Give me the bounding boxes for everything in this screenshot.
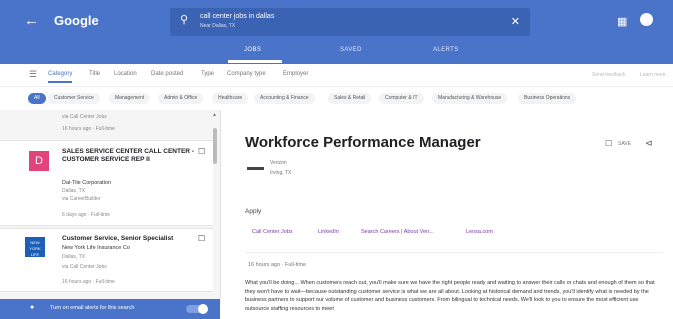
job-meta: 16 hours ago · Full-time (62, 126, 115, 132)
tab-alerts[interactable]: ALERTS (433, 47, 459, 53)
scrollbar-thumb[interactable] (213, 128, 217, 164)
bookmark-icon[interactable]: ☐ (198, 234, 205, 243)
apply-option[interactable]: Search Careers | About Veri... (361, 226, 434, 238)
chip-business-operations[interactable]: Business Operations (518, 93, 577, 104)
email-alert-toggle[interactable] (186, 304, 208, 314)
save-button[interactable]: SAVE (618, 141, 631, 147)
company-name: Verizon (270, 160, 287, 166)
filter-company-type[interactable]: Company type (227, 71, 266, 77)
email-alert-bar: ● Turn on email alerts for this search (0, 299, 220, 319)
chip-computer-it[interactable]: Computer & IT (379, 93, 424, 104)
company-logo: NEW YORK LIFE (25, 237, 45, 257)
learn-more-link[interactable]: Learn more (640, 72, 666, 78)
category-chips: All Customer Service Management Admin & … (0, 86, 673, 111)
bookmark-icon[interactable]: ☐ (198, 147, 205, 156)
chip-all[interactable]: All (28, 93, 46, 104)
job-card-location: Dallas, TX (62, 188, 85, 194)
bell-icon: ● (30, 304, 35, 311)
send-feedback-link[interactable]: Send feedback (592, 72, 625, 78)
job-title: Workforce Performance Manager (245, 134, 481, 151)
tab-saved[interactable]: SAVED (340, 47, 362, 53)
search-icon[interactable]: ⚲ (180, 13, 188, 26)
company-logo (247, 167, 264, 170)
bookmark-icon[interactable]: ☐ (605, 139, 612, 148)
job-description: What you'll be doing... When customers r… (245, 280, 655, 312)
search-query[interactable]: call center jobs in dallas (200, 13, 274, 20)
google-logo[interactable]: Google (54, 13, 99, 28)
scroll-up-icon[interactable]: ▲ (212, 112, 217, 118)
job-location: Irving, TX (270, 170, 292, 176)
email-alert-text: Turn on email alerts for this search (50, 305, 135, 311)
filter-date-posted[interactable]: Date posted (151, 71, 183, 77)
job-card-meta: 16 hours ago · Full-time (62, 279, 115, 285)
job-card-company: Dal-Tile Corporation (62, 180, 112, 186)
chip-sales-retail[interactable]: Sales & Retail (328, 93, 372, 104)
chip-admin-office[interactable]: Admin & Office (158, 93, 204, 104)
apply-option[interactable]: Call Center Jobs (252, 226, 293, 238)
apply-option[interactable]: LinkedIn (318, 226, 339, 238)
chip-customer-service[interactable]: Customer Service (48, 93, 100, 104)
close-icon[interactable]: ✕ (511, 15, 520, 28)
search-box[interactable]: ⚲ call center jobs in dallas Near Dallas… (170, 8, 530, 36)
job-source: via Call Center Jobs (62, 114, 107, 120)
job-card-source: via Call Center Jobs (62, 264, 107, 270)
job-card-title[interactable]: SALES SERVICE CENTER CALL CENTER - CUSTO… (62, 148, 194, 164)
filter-location[interactable]: Location (114, 71, 137, 77)
divider (245, 252, 663, 253)
tab-bar: JOBS SAVED ALERTS (0, 40, 673, 64)
company-logo: D (29, 151, 49, 171)
chip-healthcare[interactable]: Healthcare (212, 93, 249, 104)
toggle-knob (198, 304, 208, 314)
chip-manufacturing-warehouse[interactable]: Manufacturing & Warehouse (432, 93, 508, 104)
search-location[interactable]: Near Dallas, TX (200, 23, 235, 29)
filter-list-icon[interactable]: ☰ (29, 69, 37, 80)
filter-bar: ☰ Category Title Location Date posted Ty… (0, 64, 673, 87)
filter-category[interactable]: Category (48, 71, 73, 83)
job-card-company: New York Life Insurance Co (62, 245, 130, 251)
apply-heading: Apply (245, 208, 262, 215)
account-icon[interactable] (640, 13, 653, 26)
job-card-title[interactable]: Customer Service, Senior Specialist (62, 235, 194, 243)
share-icon[interactable]: ⊲ (645, 138, 653, 149)
active-tab-indicator (228, 60, 282, 63)
filter-title[interactable]: Title (89, 71, 100, 77)
chip-management[interactable]: Management (109, 93, 151, 104)
job-posted-meta: 16 hours ago · Full-time (248, 262, 307, 268)
arrow-left-icon[interactable]: ← (24, 12, 39, 29)
job-card-source: via CareerBuilder (62, 196, 101, 202)
chip-accounting-finance[interactable]: Accounting & Finance (254, 93, 315, 104)
apps-grid-icon[interactable]: ▦ (617, 15, 627, 28)
filter-employer[interactable]: Employer (283, 71, 308, 77)
filter-type[interactable]: Type (201, 71, 214, 77)
apply-option[interactable]: Lensa.com (466, 226, 493, 238)
job-card-meta: 6 days ago · Full-time (62, 212, 111, 218)
job-card-location: Dallas, TX (62, 254, 85, 260)
tab-jobs[interactable]: JOBS (244, 47, 261, 53)
